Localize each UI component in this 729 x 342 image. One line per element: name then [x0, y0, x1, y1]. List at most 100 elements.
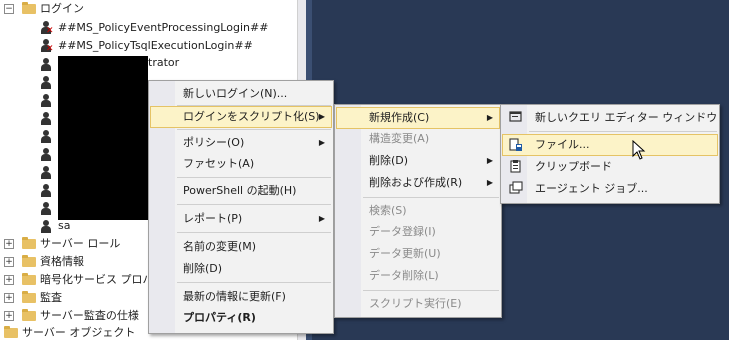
tree-node-label: 資格情報	[40, 255, 84, 268]
menu-item-powershell[interactable]: PowerShell の起動(H)	[151, 180, 331, 201]
tree-node-label: サーバー ロール	[40, 237, 121, 250]
expand-icon[interactable]: +	[4, 239, 14, 249]
menu-item-delete[interactable]: 削除(D)	[151, 258, 331, 279]
tree-node-label: ##MS_PolicyEventProcessingLogin##	[58, 21, 269, 34]
menu-item-clipboard[interactable]: クリップボード	[503, 156, 717, 177]
menu-item-policy[interactable]: ポリシー(O) ▶	[151, 132, 331, 153]
disabled-login-icon: ✕	[40, 39, 54, 54]
submenu-arrow-icon: ▶	[318, 138, 325, 147]
expand-icon[interactable]: +	[4, 257, 14, 267]
menu-item-properties[interactable]: プロパティ(R)	[151, 307, 331, 328]
disabled-login-icon: ✕	[40, 21, 54, 36]
menu-item-label: 削除(D)	[369, 154, 409, 167]
folder-icon	[22, 291, 36, 303]
menu-item-label: ログインをスクリプト化(S)	[183, 110, 320, 123]
menu-item-drop-create[interactable]: 削除および作成(R) ▶	[337, 172, 499, 193]
menu-separator	[363, 197, 499, 198]
collapse-icon[interactable]: −	[4, 4, 14, 14]
menu-item-agent-job[interactable]: エージェント ジョブ...	[503, 178, 717, 199]
login-icon	[40, 148, 52, 162]
tree-node-login[interactable]: ✕ ##MS_PolicyTsqlExecutionLogin##	[0, 37, 296, 55]
menu-item-new-login[interactable]: 新しいログイン(N)...	[151, 83, 331, 104]
menu-item-new-query-window[interactable]: 新しいクエリ エディター ウィンドウ	[503, 107, 717, 128]
menu-item-label: 名前の変更(M)	[183, 240, 257, 253]
context-menu-login: 新しいログイン(N)... ログインをスクリプト化(S) ▶ ポリシー(O) ▶ フ…	[148, 80, 334, 334]
tree-node-credentials[interactable]: + 資格情報	[0, 253, 148, 271]
menu-separator	[529, 131, 717, 132]
tree-node-label: サーバー オブジェクト	[22, 326, 136, 339]
menu-item-script-login[interactable]: ログインをスクリプト化(S) ▶	[150, 106, 332, 128]
folder-icon	[4, 326, 18, 338]
login-icon	[40, 58, 52, 72]
folder-icon	[22, 255, 36, 267]
menu-item-select: 検索(S)	[337, 200, 499, 221]
menu-item-delete-data: データ削除(L)	[337, 265, 499, 286]
submenu-arrow-icon: ▶	[486, 156, 493, 165]
login-icon	[40, 220, 52, 234]
menu-item-rename[interactable]: 名前の変更(M)	[151, 236, 331, 257]
menu-item-label: 構造変更(A)	[369, 132, 430, 145]
query-window-icon	[509, 111, 522, 122]
tree-node-audit-specs[interactable]: + サーバー監査の仕様	[0, 307, 148, 325]
expand-icon[interactable]: +	[4, 293, 14, 303]
menu-item-create[interactable]: 新規作成(C) ▶	[336, 107, 500, 129]
menu-separator	[177, 129, 331, 130]
menu-item-label: プロパティ(R)	[183, 311, 256, 324]
expand-icon[interactable]: +	[4, 275, 14, 285]
login-icon	[40, 184, 52, 198]
menu-item-file[interactable]: ファイル...	[502, 134, 718, 156]
menu-item-update: データ更新(U)	[337, 243, 499, 264]
folder-icon	[22, 237, 36, 249]
menu-item-alter: 構造変更(A)	[337, 128, 499, 149]
menu-item-label: ファイル...	[535, 138, 590, 151]
submenu-arrow-icon: ▶	[486, 178, 493, 187]
tree-node-crypto-providers[interactable]: + 暗号化サービス プロバイ	[0, 271, 148, 289]
folder-icon	[22, 2, 36, 14]
menu-separator	[177, 177, 331, 178]
menu-item-label: 最新の情報に更新(F)	[183, 290, 286, 303]
menu-item-label: レポート(P)	[183, 212, 243, 225]
tree-node-label: trator	[148, 56, 180, 69]
menu-item-insert: データ登録(I)	[337, 221, 499, 242]
menu-item-label: データ削除(L)	[369, 269, 439, 282]
menu-item-reports[interactable]: レポート(P) ▶	[151, 208, 331, 229]
menu-item-label: PowerShell の起動(H)	[183, 184, 297, 197]
mouse-pointer-icon	[632, 140, 646, 160]
tree-node-server-roles[interactable]: + サーバー ロール	[0, 235, 148, 253]
menu-item-refresh[interactable]: 最新の情報に更新(F)	[151, 286, 331, 307]
tree-node-logins[interactable]: − ログイン	[0, 0, 296, 18]
menu-item-drop[interactable]: 削除(D) ▶	[337, 150, 499, 171]
menu-separator	[363, 290, 499, 291]
context-menu-script: 新規作成(C) ▶ 構造変更(A) 削除(D) ▶ 削除および作成(R) ▶ 検索(S…	[334, 104, 502, 318]
tree-node-audits[interactable]: + 監査	[0, 289, 148, 307]
login-icon	[40, 112, 52, 126]
menu-item-facets[interactable]: ファセット(A)	[151, 153, 331, 174]
folder-icon	[22, 309, 36, 321]
tree-node-label-sa[interactable]: sa	[58, 219, 70, 232]
tree-node-label: 暗号化サービス プロバイ	[40, 273, 148, 286]
submenu-arrow-icon: ▶	[318, 112, 325, 121]
tree-node-label: ログイン	[40, 2, 84, 15]
expand-icon[interactable]: +	[4, 311, 14, 321]
menu-item-label: 新規作成(C)	[369, 111, 430, 124]
menu-item-label: スクリプト実行(E)	[369, 297, 462, 310]
tree-node-login[interactable]: ✕ ##MS_PolicyEventProcessingLogin##	[0, 19, 296, 37]
menu-item-label: データ更新(U)	[369, 247, 441, 260]
login-icon	[40, 130, 52, 144]
menu-separator	[177, 282, 331, 283]
menu-item-label: クリップボード	[535, 160, 612, 173]
folder-icon	[22, 273, 36, 285]
tree-node-label: サーバー監査の仕様	[40, 309, 139, 322]
context-menu-create: 新しいクエリ エディター ウィンドウ ファイル... クリップボード エージェン…	[500, 104, 720, 204]
login-icon	[40, 202, 52, 216]
agent-job-icon	[509, 181, 523, 194]
login-icon	[40, 94, 52, 108]
clipboard-icon	[510, 160, 521, 173]
tree-node-server-objects[interactable]: サーバー オブジェクト	[0, 324, 148, 342]
submenu-arrow-icon: ▶	[318, 214, 325, 223]
login-icon	[40, 76, 52, 90]
menu-item-label: 削除(D)	[183, 262, 223, 275]
login-icon	[40, 166, 52, 180]
menu-item-label: エージェント ジョブ...	[535, 182, 648, 195]
menu-item-label: 新しいログイン(N)...	[183, 87, 288, 100]
